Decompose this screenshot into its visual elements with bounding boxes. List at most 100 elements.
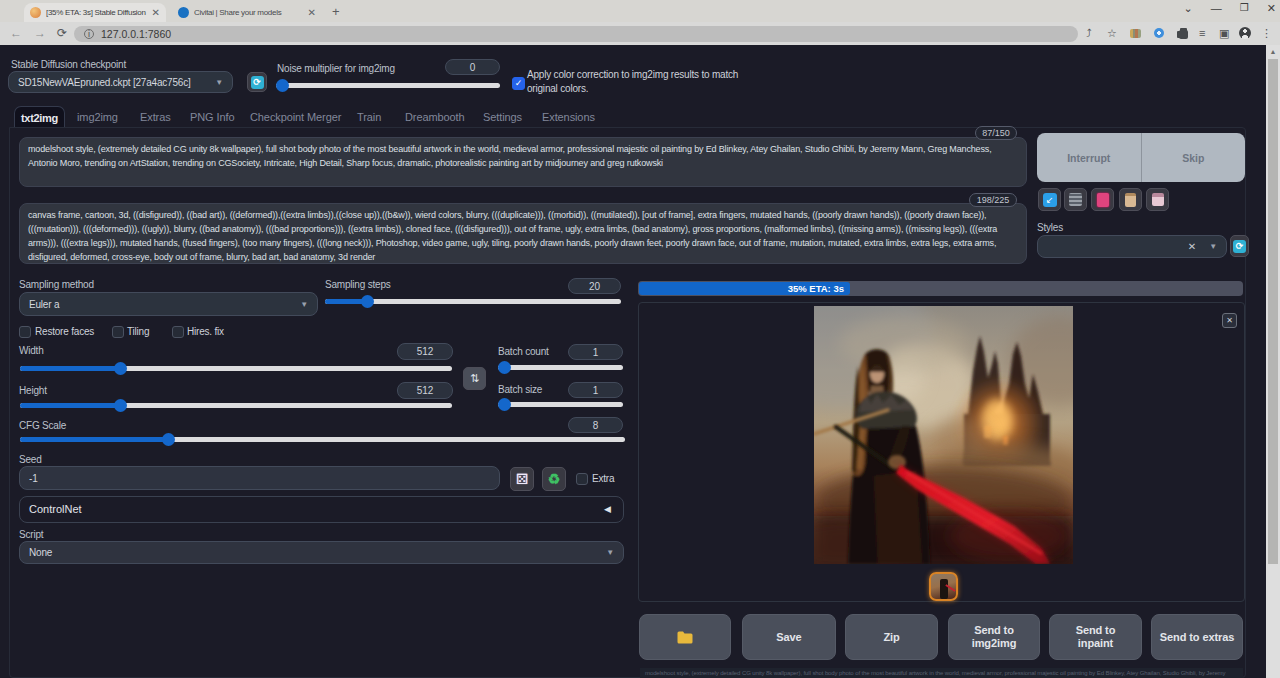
restore-faces-label: Restore faces	[35, 326, 94, 337]
window-minimize-icon[interactable]: —	[1211, 2, 1222, 15]
clear-prompt-button[interactable]	[1064, 188, 1087, 211]
extension-blue-icon[interactable]	[1154, 28, 1164, 40]
gallery-close-icon[interactable]: ✕	[1222, 313, 1237, 328]
send-to-inpaint-button[interactable]: Send toinpaint	[1049, 614, 1142, 660]
sampling-method-caret-icon: ▼	[300, 300, 308, 309]
styles-dropdown[interactable]: ✕ ▼	[1037, 235, 1227, 258]
scrollbar-thumb[interactable]	[1268, 59, 1278, 564]
browser-tab2-title: Civitai | Share your models	[194, 8, 304, 17]
seed-label: Seed	[19, 454, 42, 465]
sampling-method-dropdown[interactable]: Euler a ▼	[19, 292, 318, 316]
checkpoint-label: Stable Diffusion checkpoint	[11, 59, 126, 70]
open-folder-button[interactable]	[639, 614, 731, 660]
send-to-img2img-button[interactable]: Send toimg2img	[948, 614, 1040, 660]
reload-icon[interactable]: ⟳	[57, 26, 67, 40]
zip-button[interactable]: Zip	[845, 614, 938, 660]
random-seed-button[interactable]: ⚄	[510, 467, 534, 491]
checkpoint-refresh-button[interactable]: ⟳	[247, 72, 267, 92]
batch-count-slider[interactable]	[498, 365, 623, 370]
save-button[interactable]: Save	[742, 614, 836, 660]
tiling-checkbox[interactable]	[112, 326, 124, 338]
width-slider[interactable]	[20, 366, 452, 371]
back-icon[interactable]: ←	[10, 26, 22, 40]
browser-tab-civitai[interactable]: Civitai | Share your models ✕	[172, 3, 322, 22]
browser-menu-icon[interactable]: ⋮	[1261, 27, 1272, 40]
noise-multiplier-input[interactable]: 0	[445, 59, 500, 75]
window-menu-icon[interactable]: ⌄	[1184, 2, 1193, 15]
seed-input[interactable]: -1	[19, 466, 500, 490]
batch-size-input[interactable]: 1	[568, 382, 623, 398]
sampling-steps-input[interactable]: 20	[568, 278, 621, 294]
tab-extras[interactable]: Extras	[140, 106, 171, 128]
new-tab-icon[interactable]: +	[332, 4, 340, 19]
height-input[interactable]: 512	[397, 382, 453, 399]
window-close-icon[interactable]: ✕	[1267, 2, 1276, 15]
batch-count-input[interactable]: 1	[568, 344, 623, 360]
send-to-extras-button[interactable]: Send to extras	[1151, 614, 1243, 660]
script-label: Script	[19, 529, 43, 540]
checkpoint-dropdown[interactable]: SD15NewVAEpruned.ckpt [27a4ac756c] ▼	[8, 71, 233, 93]
reading-list-icon[interactable]: ≡	[1199, 27, 1205, 39]
generation-info-text: modelshoot style, (extremely detailed CG…	[640, 668, 1243, 678]
controlnet-accordion[interactable]: ControlNet ◀	[19, 496, 624, 523]
generated-image[interactable]	[814, 306, 1073, 564]
restore-faces-checkbox[interactable]	[19, 326, 31, 338]
negative-token-counter: 198/225	[969, 193, 1017, 207]
sampling-method-value: Euler a	[29, 299, 59, 310]
window-maximize-icon[interactable]: ❐	[1240, 2, 1249, 15]
checkpoint-value: SD15NewVAEpruned.ckpt [27a4ac756c]	[18, 77, 191, 88]
save-style-button[interactable]	[1146, 188, 1169, 211]
extensions-puzzle-icon[interactable]	[1177, 29, 1188, 41]
controlnet-collapse-icon: ◀	[604, 504, 611, 514]
cfg-scale-slider[interactable]	[20, 437, 625, 442]
negative-prompt-textarea[interactable]: canvas frame, cartoon, 3d, ((disfigured)…	[19, 203, 1027, 264]
skip-button[interactable]: Skip	[1142, 133, 1246, 182]
civitai-favicon	[178, 7, 189, 18]
prompt-textarea[interactable]: modelshoot style, (extremely detailed CG…	[19, 137, 1027, 187]
tab-png-info[interactable]: PNG Info	[190, 106, 234, 128]
styles-refresh-button[interactable]: ⟳	[1230, 235, 1249, 257]
site-info-icon[interactable]: i	[84, 29, 94, 39]
noise-multiplier-slider[interactable]	[276, 83, 500, 88]
tab-train[interactable]: Train	[357, 106, 381, 128]
result-gallery: ✕	[638, 302, 1245, 602]
sampling-steps-slider[interactable]	[325, 299, 621, 304]
color-correction-checkbox[interactable]: ✓	[512, 77, 525, 90]
apps-icon[interactable]	[1130, 28, 1141, 40]
gallery-thumbnail[interactable]	[929, 572, 958, 601]
forward-icon[interactable]: →	[34, 26, 46, 40]
styles-caret-icon: ▼	[1209, 242, 1217, 251]
side-panel-icon[interactable]: ▣	[1219, 27, 1229, 40]
styles-clear-icon[interactable]: ✕	[1188, 241, 1196, 252]
page-scrollbar[interactable]: ▲	[1266, 45, 1280, 678]
tab1-close-icon[interactable]: ✕	[152, 7, 160, 18]
profile-avatar-icon[interactable]	[1239, 27, 1251, 41]
extra-networks-button[interactable]	[1091, 188, 1114, 211]
bookmark-star-icon[interactable]: ☆	[1107, 27, 1117, 40]
reuse-seed-button[interactable]: ♻	[542, 467, 566, 491]
width-input[interactable]: 512	[397, 343, 453, 360]
scrollbar-up-icon[interactable]: ▲	[1266, 45, 1280, 58]
interrupt-button[interactable]: Interrupt	[1037, 133, 1141, 182]
cfg-scale-input[interactable]: 8	[568, 417, 623, 433]
tab-img2img[interactable]: img2img	[77, 106, 118, 128]
apply-style-button[interactable]	[1119, 188, 1142, 211]
extra-seed-label: Extra	[592, 473, 614, 484]
tab-settings[interactable]: Settings	[483, 106, 522, 128]
tab-dreambooth[interactable]: Dreambooth	[405, 106, 465, 128]
script-dropdown[interactable]: None ▼	[19, 541, 624, 564]
share-icon[interactable]: ⤴	[1086, 27, 1092, 39]
address-bar[interactable]: i 127.0.0.1:7860	[74, 26, 1078, 42]
batch-count-label: Batch count	[498, 346, 549, 357]
paste-params-button[interactable]: ↙	[1038, 188, 1061, 211]
browser-tab-active[interactable]: [35% ETA: 3s] Stable Diffusion ✕	[24, 3, 166, 22]
tab-checkpoint-merger[interactable]: Checkpoint Merger	[250, 106, 341, 128]
hires-fix-checkbox[interactable]	[172, 326, 184, 338]
batch-size-slider[interactable]	[498, 402, 623, 407]
height-slider[interactable]	[20, 403, 452, 408]
swap-dimensions-button[interactable]: ⇅	[463, 367, 486, 390]
extra-seed-checkbox[interactable]	[576, 473, 588, 485]
tab-extensions[interactable]: Extensions	[542, 106, 595, 128]
tab2-close-icon[interactable]: ✕	[308, 7, 316, 18]
tab-txt2img[interactable]: txt2img	[14, 106, 65, 128]
